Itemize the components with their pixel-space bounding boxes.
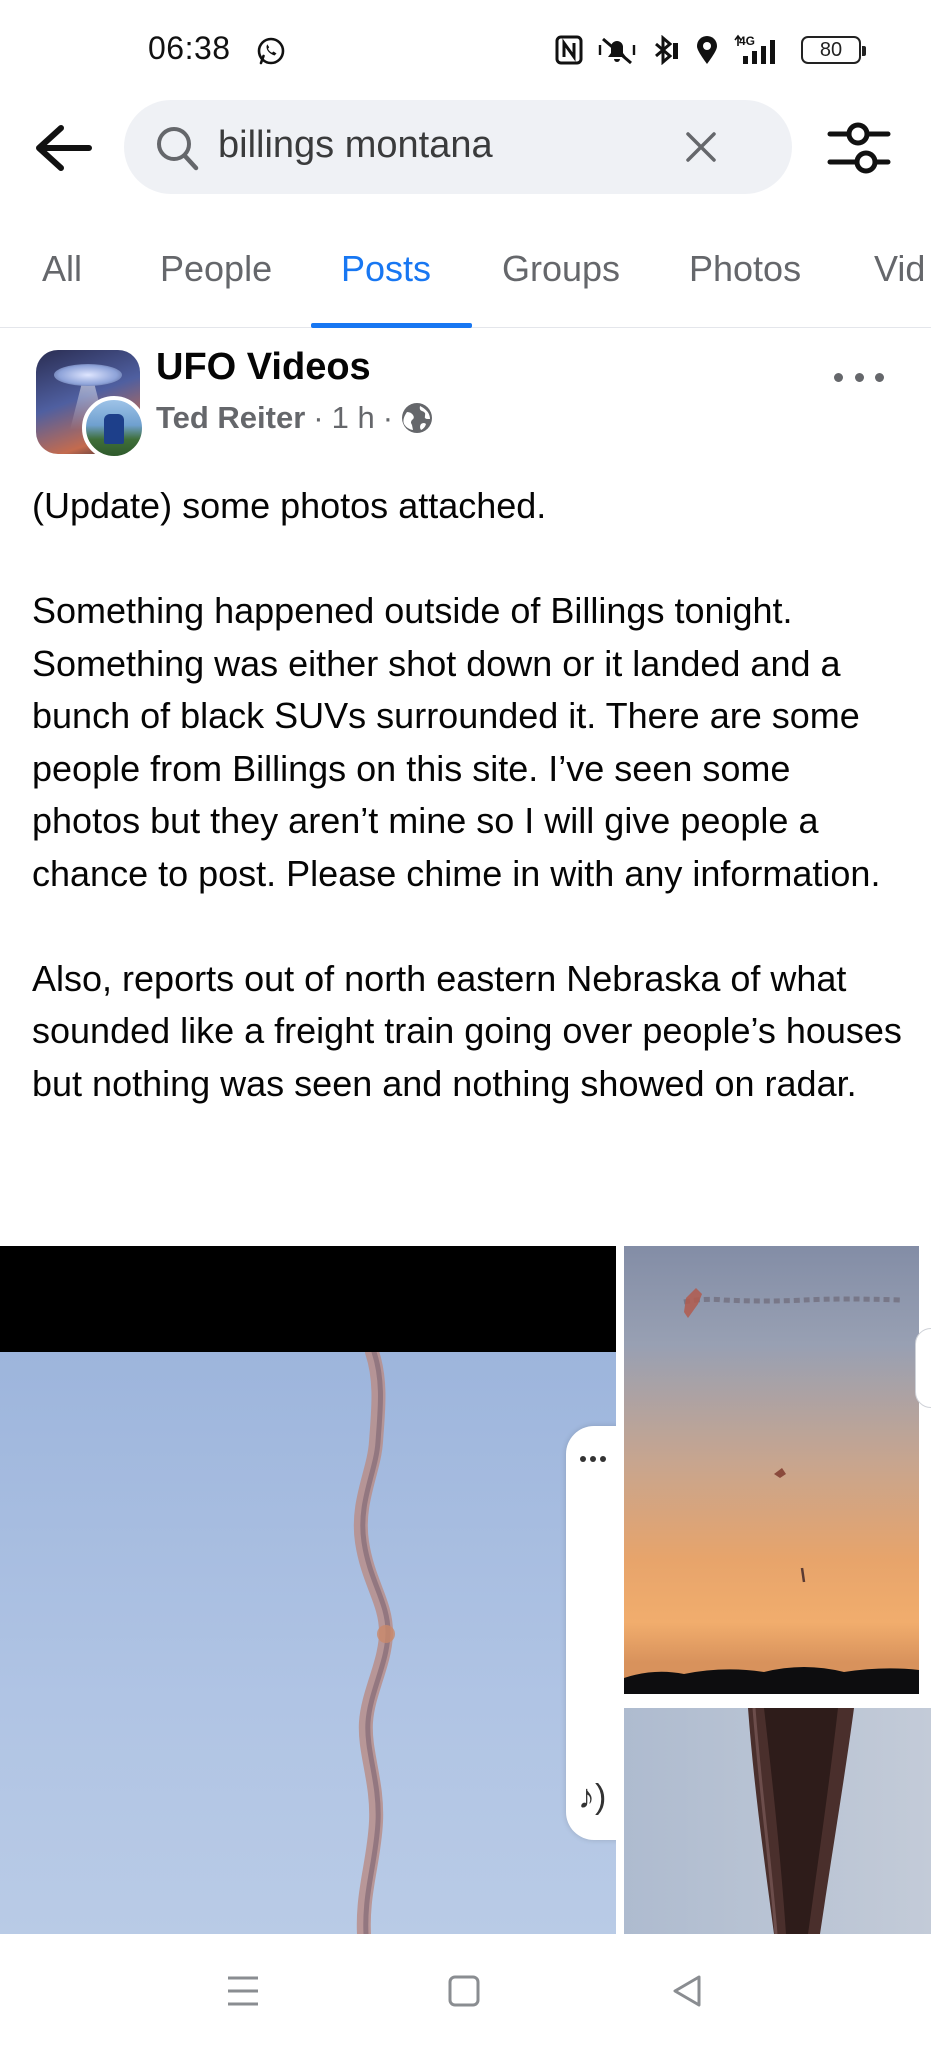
home-square-icon — [448, 1975, 480, 2007]
photo-contrail[interactable]: ♪) — [0, 1246, 616, 1934]
location-icon — [697, 36, 717, 64]
status-icons: 4G 80 — [555, 32, 866, 68]
filter-button[interactable] — [826, 118, 892, 178]
nav-back-button[interactable] — [662, 1968, 712, 2014]
photo-sunset-objects[interactable] — [624, 1246, 931, 1694]
bluetooth-icon — [655, 35, 678, 65]
post-meta: Ted Reiter · 1 h · — [156, 400, 433, 436]
back-triangle-icon — [673, 1975, 701, 2007]
tab-people[interactable]: People — [160, 248, 272, 290]
status-bar: 06:38 4G 80 — [0, 0, 931, 100]
nfc-icon — [555, 35, 583, 65]
tab-all[interactable]: All — [42, 248, 82, 290]
meta-separator: · — [382, 400, 394, 435]
close-icon — [686, 132, 716, 162]
post-paragraph: (Update) some photos attached. — [32, 485, 547, 526]
tab-photos[interactable]: Photos — [689, 248, 801, 290]
tab-groups[interactable]: Groups — [502, 248, 620, 290]
search-query[interactable]: billings montana — [218, 124, 493, 167]
back-button[interactable] — [30, 120, 96, 176]
tab-posts[interactable]: Posts — [341, 248, 431, 290]
author-avatar[interactable] — [82, 396, 146, 460]
search-icon — [157, 127, 199, 171]
carousel-handle[interactable] — [915, 1328, 931, 1408]
vibrate-icon — [598, 37, 636, 65]
search-tabs: All People Posts Groups Photos Vid — [0, 220, 931, 328]
more-dots-icon[interactable] — [580, 1456, 606, 1464]
meta-separator: · — [313, 400, 324, 435]
post-paragraph: Something happened outside of Billings t… — [32, 590, 881, 894]
post-header: UFO Videos Ted Reiter · 1 h · — [0, 340, 931, 465]
filter-icon — [827, 122, 891, 174]
group-name[interactable]: UFO Videos — [156, 346, 371, 389]
photo-dark-streak[interactable] — [624, 1708, 931, 1934]
battery-level: 80 — [819, 38, 843, 61]
signal-4g-icon: 4G — [734, 34, 775, 64]
author-name[interactable]: Ted Reiter — [156, 400, 305, 436]
whatsapp-icon — [257, 37, 285, 65]
battery-icon: 80 — [801, 36, 866, 64]
clear-search-button[interactable] — [676, 122, 726, 172]
active-tab-indicator — [311, 323, 472, 328]
post-photos: ♪) — [0, 1246, 931, 1934]
post-paragraph: Also, reports out of north eastern Nebra… — [32, 957, 902, 1104]
system-nav-bar — [0, 1934, 931, 2048]
post-body: (Update) some photos attached. Something… — [32, 480, 902, 1110]
globe-icon — [402, 403, 433, 433]
search-header: billings montana — [0, 100, 931, 200]
status-time: 06:38 — [148, 30, 231, 66]
search-input[interactable]: billings montana — [124, 100, 792, 194]
post-time[interactable]: 1 h — [332, 400, 375, 436]
post-more-button[interactable] — [834, 362, 884, 392]
nav-menu-button[interactable] — [218, 1968, 268, 2014]
music-icon[interactable]: ♪) — [578, 1778, 606, 1817]
tab-videos[interactable]: Vid — [874, 248, 925, 290]
back-arrow-icon — [36, 125, 92, 171]
svg-text:4G: 4G — [739, 34, 755, 48]
floating-media-controls[interactable]: ♪) — [566, 1426, 616, 1840]
nav-home-button[interactable] — [439, 1968, 489, 2014]
menu-icon — [228, 1976, 258, 2006]
